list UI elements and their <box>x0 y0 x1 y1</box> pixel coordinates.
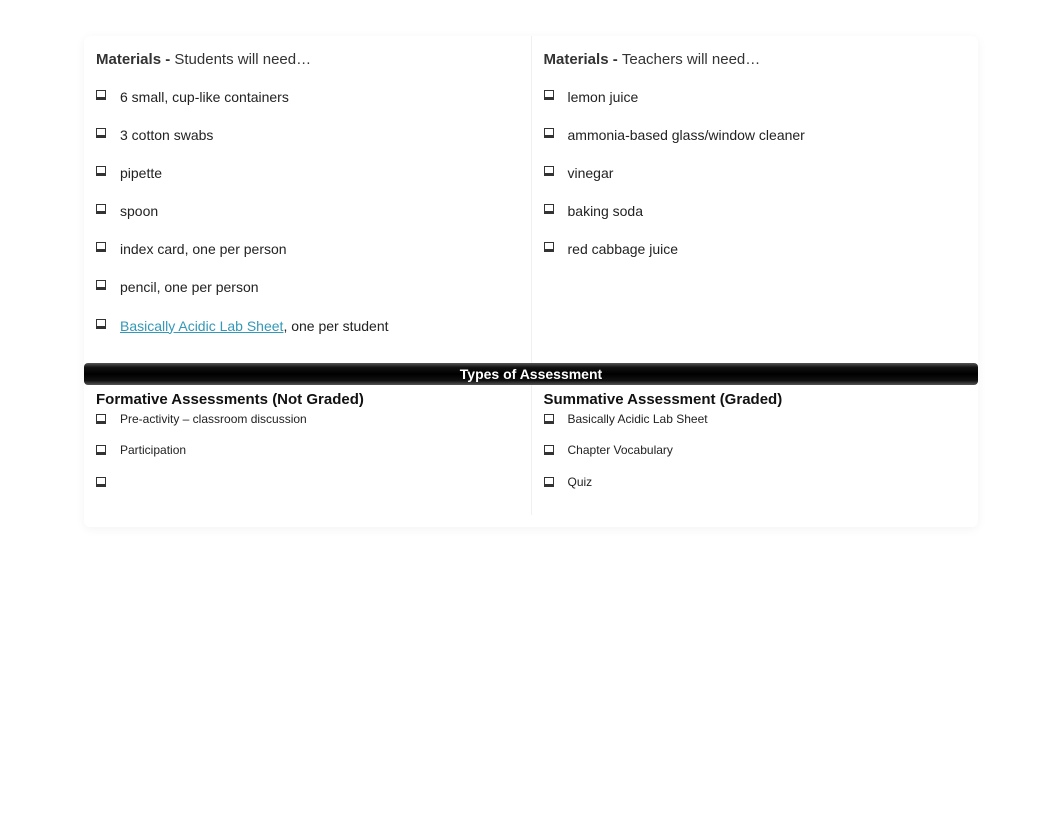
item-text: ammonia-based glass/window cleaner <box>568 126 805 144</box>
list-item: baking soda <box>544 202 967 220</box>
list-item: pipette <box>96 164 519 182</box>
checkbox-icon <box>96 445 106 455</box>
list-item: Chapter Vocabulary <box>544 443 967 459</box>
checkbox-icon <box>96 319 106 329</box>
item-text: Quiz <box>568 475 593 491</box>
lab-sheet-link[interactable]: Basically Acidic Lab Sheet <box>120 318 283 334</box>
checkbox-icon <box>544 477 554 487</box>
heading-bold: Materials - <box>96 51 174 68</box>
item-suffix: , one per student <box>283 318 388 334</box>
summative-heading: Summative Assessment (Graded) <box>544 391 967 408</box>
materials-teachers-heading: Materials - Teachers will need… <box>544 50 967 70</box>
formative-list: Pre-activity – classroom discussion Part… <box>96 412 519 487</box>
item-text: 6 small, cup-like containers <box>120 88 289 106</box>
checkbox-icon <box>96 128 106 138</box>
checkbox-icon <box>544 90 554 100</box>
list-item: Basically Acidic Lab Sheet, one per stud… <box>96 317 519 335</box>
item-text: index card, one per person <box>120 240 287 258</box>
formative-heading: Formative Assessments (Not Graded) <box>96 391 519 408</box>
materials-teachers-column: Materials - Teachers will need… lemon ju… <box>532 36 979 363</box>
checkbox-icon <box>544 204 554 214</box>
item-text: red cabbage juice <box>568 240 679 258</box>
list-item: spoon <box>96 202 519 220</box>
item-text: pencil, one per person <box>120 278 259 296</box>
item-text: spoon <box>120 202 158 220</box>
checkbox-icon <box>96 204 106 214</box>
formative-column: Formative Assessments (Not Graded) Pre-a… <box>84 385 531 515</box>
list-item: Participation <box>96 443 519 459</box>
checkbox-icon <box>96 90 106 100</box>
checkbox-icon <box>96 414 106 424</box>
item-text: Participation <box>120 443 186 459</box>
item-text: baking soda <box>568 202 644 220</box>
materials-students-heading: Materials - Students will need… <box>96 50 519 70</box>
lesson-plan-card: Materials - Students will need… 6 small,… <box>84 36 978 527</box>
heading-bold: Materials - <box>544 51 622 68</box>
list-item: Basically Acidic Lab Sheet <box>544 412 967 428</box>
list-item: pencil, one per person <box>96 278 519 296</box>
list-item: 6 small, cup-like containers <box>96 88 519 106</box>
checkbox-icon <box>544 445 554 455</box>
list-item: Quiz <box>544 475 967 491</box>
summative-list: Basically Acidic Lab Sheet Chapter Vocab… <box>544 412 967 491</box>
checkbox-icon <box>96 166 106 176</box>
list-item: lemon juice <box>544 88 967 106</box>
item-text: 3 cotton swabs <box>120 126 213 144</box>
list-item: 3 cotton swabs <box>96 126 519 144</box>
checkbox-icon <box>96 477 106 487</box>
checkbox-icon <box>544 242 554 252</box>
checkbox-icon <box>544 128 554 138</box>
materials-section: Materials - Students will need… 6 small,… <box>84 36 978 363</box>
item-text: Chapter Vocabulary <box>568 443 673 459</box>
list-item: red cabbage juice <box>544 240 967 258</box>
list-item: Pre-activity – classroom discussion <box>96 412 519 428</box>
assessments-section: Formative Assessments (Not Graded) Pre-a… <box>84 385 978 515</box>
item-text: vinegar <box>568 164 614 182</box>
heading-rest: Students will need… <box>174 51 311 68</box>
item-text: Pre-activity – classroom discussion <box>120 412 307 428</box>
list-item: ammonia-based glass/window cleaner <box>544 126 967 144</box>
item-text: pipette <box>120 164 162 182</box>
summative-column: Summative Assessment (Graded) Basically … <box>532 385 979 515</box>
checkbox-icon <box>96 242 106 252</box>
list-item: index card, one per person <box>96 240 519 258</box>
materials-students-list: 6 small, cup-like containers 3 cotton sw… <box>96 88 519 335</box>
item-text-container: Basically Acidic Lab Sheet, one per stud… <box>120 317 389 335</box>
materials-students-column: Materials - Students will need… 6 small,… <box>84 36 531 363</box>
item-text: Basically Acidic Lab Sheet <box>568 412 708 428</box>
assessment-banner: Types of Assessment <box>84 363 978 385</box>
list-item <box>96 475 519 487</box>
checkbox-icon <box>544 414 554 424</box>
list-item: vinegar <box>544 164 967 182</box>
heading-rest: Teachers will need… <box>622 51 760 68</box>
banner-title: Types of Assessment <box>460 366 602 382</box>
materials-teachers-list: lemon juice ammonia-based glass/window c… <box>544 88 967 259</box>
item-text: lemon juice <box>568 88 639 106</box>
checkbox-icon <box>544 166 554 176</box>
checkbox-icon <box>96 280 106 290</box>
